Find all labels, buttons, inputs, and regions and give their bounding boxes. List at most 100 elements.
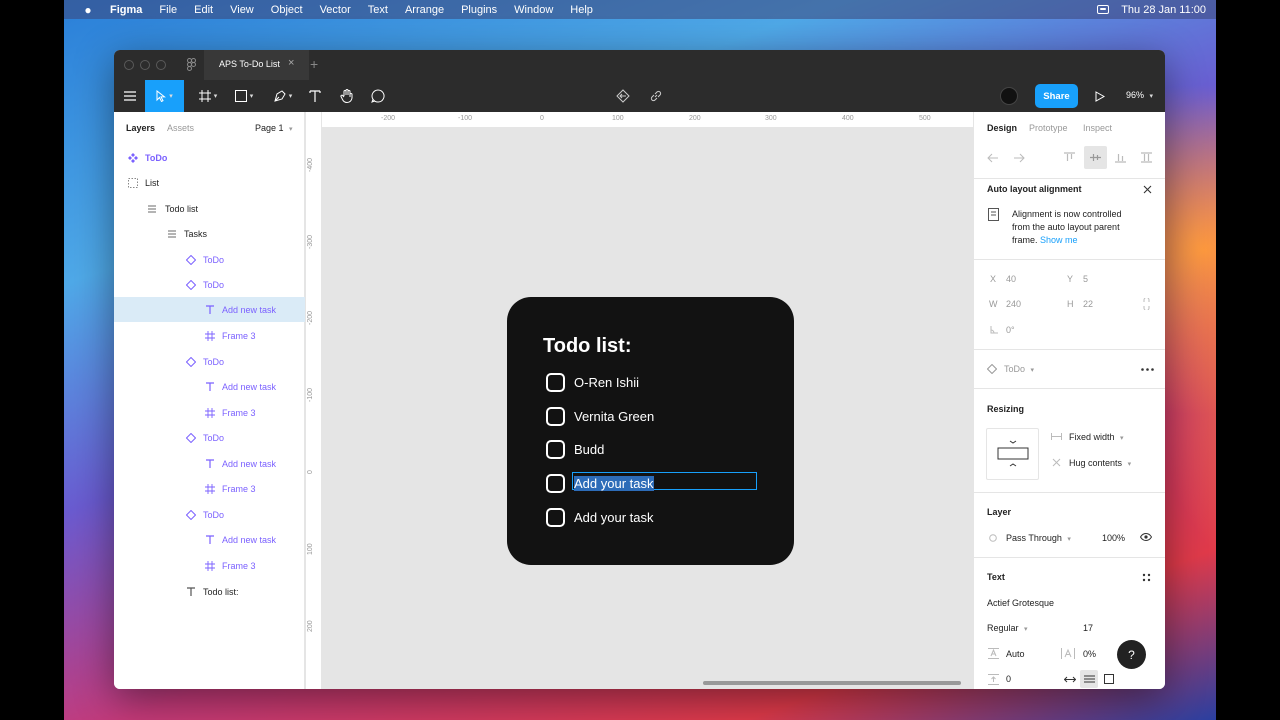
- tab-inspect[interactable]: Inspect: [1083, 123, 1112, 133]
- todo-item[interactable]: O-Ren Ishii: [546, 373, 761, 393]
- layer-row-frame-3[interactable]: Frame 3: [114, 400, 305, 425]
- menu-view[interactable]: View: [230, 4, 254, 16]
- user-avatar[interactable]: [1000, 87, 1018, 105]
- layer-row-todo-instance[interactable]: ToDo: [114, 349, 305, 374]
- layer-row-add-new-task[interactable]: Add new task: [114, 527, 305, 552]
- todo-item[interactable]: Add your task: [546, 508, 761, 528]
- layer-row-todo-component[interactable]: ToDo: [114, 145, 305, 170]
- main-menu-button[interactable]: [114, 80, 145, 112]
- paragraph-spacing-field[interactable]: 0: [1006, 674, 1011, 684]
- auto-width-icon[interactable]: [1064, 673, 1076, 685]
- todo-item-text[interactable]: Vernita Green: [574, 409, 654, 424]
- arrow-right-icon[interactable]: [1013, 152, 1025, 164]
- line-height-field[interactable]: Auto: [1006, 649, 1025, 659]
- todo-item-text[interactable]: Add your task: [574, 510, 654, 525]
- layer-row-tasks[interactable]: Tasks: [114, 221, 305, 246]
- visibility-eye-icon[interactable]: [1140, 532, 1152, 542]
- todo-item-text-selected[interactable]: Add your task: [574, 476, 654, 491]
- help-button[interactable]: ?: [1117, 640, 1146, 669]
- tab-assets[interactable]: Assets: [167, 123, 194, 133]
- hand-tool-button[interactable]: [336, 80, 358, 112]
- menu-edit[interactable]: Edit: [194, 4, 213, 16]
- font-size-field[interactable]: 17: [1083, 623, 1093, 633]
- blend-mode-dropdown[interactable]: Pass Through ▾: [1006, 533, 1071, 543]
- design-canvas[interactable]: -200 -100 0 100 200 300 400 500 -400 -30…: [306, 112, 973, 689]
- todo-checkbox[interactable]: [546, 440, 565, 459]
- horizontal-scrollbar[interactable]: [703, 681, 961, 685]
- zoom-window-button[interactable]: [156, 60, 166, 70]
- layer-row-list[interactable]: List: [114, 170, 305, 195]
- menu-arrange[interactable]: Arrange: [405, 4, 444, 16]
- component-tool-button[interactable]: [612, 80, 634, 112]
- layer-row-todo-instance[interactable]: ToDo: [114, 272, 305, 297]
- todo-item-text[interactable]: O-Ren Ishii: [574, 375, 639, 390]
- todo-checkbox[interactable]: [546, 407, 565, 426]
- new-tab-icon[interactable]: +: [310, 56, 318, 72]
- menu-vector[interactable]: Vector: [320, 4, 351, 16]
- layer-row-todo-instance[interactable]: ToDo: [114, 425, 305, 450]
- tab-design[interactable]: Design: [987, 123, 1017, 133]
- menu-app-name[interactable]: Figma: [110, 4, 142, 16]
- height-field[interactable]: 22: [1083, 299, 1093, 309]
- todo-card[interactable]: Todo list: O-Ren Ishii Vernita Green Bud…: [507, 297, 794, 565]
- figma-home-icon[interactable]: [187, 58, 196, 72]
- close-tab-icon[interactable]: ×: [288, 57, 294, 69]
- align-top-button[interactable]: [1058, 146, 1081, 169]
- todo-item[interactable]: Vernita Green: [546, 407, 761, 427]
- height-resizing-dropdown[interactable]: Hug contents ▾: [1069, 458, 1131, 468]
- apple-icon[interactable]: ●: [82, 3, 94, 17]
- layer-row-frame-3[interactable]: Frame 3: [114, 476, 305, 501]
- todo-item-text[interactable]: Budd: [574, 442, 604, 457]
- layer-row-todo-list[interactable]: Todo list: [114, 196, 305, 221]
- link-button[interactable]: [645, 80, 667, 112]
- layer-row-frame-3[interactable]: Frame 3: [114, 553, 305, 578]
- todo-card-title[interactable]: Todo list:: [543, 335, 632, 358]
- frame-tool-button[interactable]: ▾: [192, 80, 224, 112]
- layer-row-add-new-task[interactable]: Add new task: [114, 451, 305, 476]
- close-window-button[interactable]: [124, 60, 134, 70]
- todo-checkbox[interactable]: [546, 508, 565, 527]
- tab-prototype[interactable]: Prototype: [1029, 123, 1068, 133]
- align-middle-button[interactable]: [1084, 146, 1107, 169]
- arrow-left-icon[interactable]: [987, 152, 999, 164]
- menu-clock[interactable]: Thu 28 Jan 11:00: [1121, 4, 1206, 16]
- menu-file[interactable]: File: [159, 4, 177, 16]
- font-family-dropdown[interactable]: Actief Grotesque: [987, 598, 1054, 608]
- todo-item-editing[interactable]: Add your task: [546, 472, 761, 494]
- letter-spacing-field[interactable]: 0%: [1083, 649, 1096, 659]
- layer-row-todo-instance[interactable]: ToDo: [114, 247, 305, 272]
- opacity-field[interactable]: 100%: [1102, 533, 1125, 543]
- close-notice-icon[interactable]: [1142, 184, 1152, 194]
- layer-row-todo-instance[interactable]: ToDo: [114, 502, 305, 527]
- width-resizing-dropdown[interactable]: Fixed width ▾: [1069, 432, 1124, 442]
- control-center-icon[interactable]: [1097, 5, 1110, 14]
- show-me-link[interactable]: Show me: [1040, 235, 1078, 245]
- layer-row-frame-3[interactable]: Frame 3: [114, 323, 305, 348]
- tab-document[interactable]: APS To-Do List ×: [204, 50, 309, 80]
- tab-layers[interactable]: Layers: [126, 123, 155, 133]
- shape-tool-button[interactable]: ▾: [228, 80, 260, 112]
- menu-object[interactable]: Object: [271, 4, 303, 16]
- constrain-proportions-icon[interactable]: [1142, 298, 1150, 310]
- align-bottom-button[interactable]: [1109, 146, 1132, 169]
- menu-plugins[interactable]: Plugins: [461, 4, 497, 16]
- layer-row-add-new-task[interactable]: Add new task: [114, 374, 305, 399]
- todo-item[interactable]: Budd: [546, 440, 761, 460]
- text-styles-grid-icon[interactable]: [1141, 572, 1151, 582]
- menu-help[interactable]: Help: [570, 4, 593, 16]
- component-selector[interactable]: ToDo ▾: [1004, 364, 1034, 374]
- page-selector[interactable]: Page 1 ▾: [255, 123, 293, 133]
- x-field[interactable]: 40: [1006, 274, 1016, 284]
- auto-height-icon[interactable]: [1080, 670, 1098, 688]
- layer-row-todo-list-text[interactable]: Todo list:: [114, 579, 305, 604]
- more-options-icon[interactable]: [1140, 364, 1154, 374]
- share-button[interactable]: Share: [1035, 84, 1078, 108]
- menu-text[interactable]: Text: [368, 4, 388, 16]
- minimize-window-button[interactable]: [140, 60, 150, 70]
- layer-row-add-new-task-selected[interactable]: Add new task: [114, 297, 305, 322]
- move-tool-button[interactable]: ▾: [145, 80, 184, 112]
- width-field[interactable]: 240: [1006, 299, 1021, 309]
- distribute-button[interactable]: [1135, 146, 1158, 169]
- text-tool-button[interactable]: [304, 80, 326, 112]
- fixed-size-icon[interactable]: [1103, 673, 1115, 685]
